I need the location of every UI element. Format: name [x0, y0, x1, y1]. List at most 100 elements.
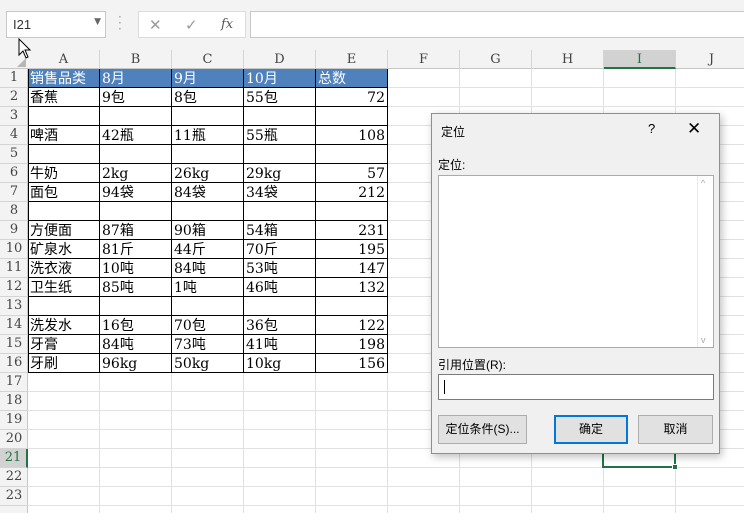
column-header-a[interactable]: A	[28, 50, 100, 69]
column-header-e[interactable]: E	[316, 50, 388, 69]
cell-a1[interactable]: 销售品类	[28, 69, 99, 87]
cell-b10[interactable]: 81斤	[100, 240, 171, 258]
row-header-1[interactable]: 1	[0, 69, 28, 88]
row-header-4[interactable]: 4	[0, 126, 28, 145]
list-scrollbar[interactable]: ^ v	[697, 176, 713, 347]
ok-button[interactable]: 确定	[554, 415, 628, 444]
cell-c16[interactable]: 50kg	[172, 354, 243, 372]
column-header-h[interactable]: H	[532, 50, 604, 69]
cell-c6[interactable]: 26kg	[172, 164, 243, 182]
cell-b14[interactable]: 16包	[100, 316, 171, 334]
scroll-down-icon[interactable]: v	[701, 335, 706, 345]
help-icon[interactable]: ?	[648, 121, 655, 136]
column-header-i[interactable]: I	[604, 50, 676, 69]
row-header-17[interactable]: 17	[0, 373, 28, 392]
row-header-10[interactable]: 10	[0, 240, 28, 259]
column-header-b[interactable]: B	[100, 50, 172, 69]
cell-b9[interactable]: 87箱	[100, 221, 171, 239]
cell-e4[interactable]: 108	[316, 126, 387, 144]
close-icon[interactable]: ✕	[687, 119, 701, 139]
cell-a9[interactable]: 方便面	[28, 221, 99, 239]
cell-e14[interactable]: 122	[316, 316, 387, 334]
row-header-23[interactable]: 23	[0, 487, 28, 506]
cell-e1[interactable]: 总数	[316, 69, 387, 87]
cell-e6[interactable]: 57	[316, 164, 387, 182]
column-header-d[interactable]: D	[244, 50, 316, 69]
chevron-down-icon[interactable]: ▼	[94, 17, 101, 27]
special-button[interactable]: 定位条件(S)...	[438, 415, 527, 444]
cell-d7[interactable]: 34袋	[244, 183, 315, 201]
cell-e15[interactable]: 198	[316, 335, 387, 353]
row-header-18[interactable]: 18	[0, 392, 28, 411]
row-header-6[interactable]: 6	[0, 164, 28, 183]
cell-c10[interactable]: 44斤	[172, 240, 243, 258]
row-header-21[interactable]: 21	[0, 449, 28, 468]
row-header-20[interactable]: 20	[0, 430, 28, 449]
cell-e11[interactable]: 147	[316, 259, 387, 277]
cell-d1[interactable]: 10月	[244, 69, 315, 87]
cell-d4[interactable]: 55瓶	[244, 126, 315, 144]
cell-b1[interactable]: 8月	[100, 69, 171, 87]
row-header-3[interactable]: 3	[0, 107, 28, 126]
row-header-19[interactable]: 19	[0, 411, 28, 430]
column-header-g[interactable]: G	[460, 50, 532, 69]
cell-a15[interactable]: 牙膏	[28, 335, 99, 353]
cell-c7[interactable]: 84袋	[172, 183, 243, 201]
cell-c14[interactable]: 70包	[172, 316, 243, 334]
cell-a12[interactable]: 卫生纸	[28, 278, 99, 296]
cell-e2[interactable]: 72	[316, 88, 387, 106]
row-header-14[interactable]: 14	[0, 316, 28, 335]
cell-d15[interactable]: 41吨	[244, 335, 315, 353]
cell-a7[interactable]: 面包	[28, 183, 99, 201]
reference-input[interactable]	[438, 374, 714, 400]
row-header-16[interactable]: 16	[0, 354, 28, 373]
column-header-f[interactable]: F	[388, 50, 460, 69]
cell-b16[interactable]: 96kg	[100, 354, 171, 372]
row-header-7[interactable]: 7	[0, 183, 28, 202]
cell-a14[interactable]: 洗发水	[28, 316, 99, 334]
cell-b7[interactable]: 94袋	[100, 183, 171, 201]
cell-d11[interactable]: 53吨	[244, 259, 315, 277]
cell-e10[interactable]: 195	[316, 240, 387, 258]
row-header-9[interactable]: 9	[0, 221, 28, 240]
cell-b15[interactable]: 84吨	[100, 335, 171, 353]
cell-d16[interactable]: 10kg	[244, 354, 315, 372]
cancel-button[interactable]: 取消	[638, 415, 713, 444]
row-header-22[interactable]: 22	[0, 468, 28, 487]
cell-d14[interactable]: 36包	[244, 316, 315, 334]
cell-b4[interactable]: 42瓶	[100, 126, 171, 144]
cell-b2[interactable]: 9包	[100, 88, 171, 106]
cell-a6[interactable]: 牛奶	[28, 164, 99, 182]
drag-handle-icon[interactable]: · · ·	[118, 11, 124, 35]
cell-a4[interactable]: 啤酒	[28, 126, 99, 144]
cell-d6[interactable]: 29kg	[244, 164, 315, 182]
row-header-11[interactable]: 11	[0, 259, 28, 278]
cell-c1[interactable]: 9月	[172, 69, 243, 87]
row-header-12[interactable]: 12	[0, 278, 28, 297]
name-box[interactable]: I21 ▼	[6, 11, 106, 38]
formula-input[interactable]	[250, 11, 744, 38]
column-header-c[interactable]: C	[172, 50, 244, 69]
cell-c12[interactable]: 1吨	[172, 278, 243, 296]
cell-d2[interactable]: 55包	[244, 88, 315, 106]
goto-list[interactable]: ^ v	[438, 175, 714, 348]
cell-b12[interactable]: 85吨	[100, 278, 171, 296]
cell-a11[interactable]: 洗衣液	[28, 259, 99, 277]
row-header-15[interactable]: 15	[0, 335, 28, 354]
insert-function-icon[interactable]: fx	[221, 17, 233, 32]
row-header-2[interactable]: 2	[0, 88, 28, 107]
cell-c9[interactable]: 90箱	[172, 221, 243, 239]
cell-d9[interactable]: 54箱	[244, 221, 315, 239]
cell-c4[interactable]: 11瓶	[172, 126, 243, 144]
cell-e7[interactable]: 212	[316, 183, 387, 201]
cell-c15[interactable]: 73吨	[172, 335, 243, 353]
cell-a10[interactable]: 矿泉水	[28, 240, 99, 258]
cell-d12[interactable]: 46吨	[244, 278, 315, 296]
cell-b11[interactable]: 10吨	[100, 259, 171, 277]
row-header-13[interactable]: 13	[0, 297, 28, 316]
cancel-icon[interactable]: ✕	[149, 16, 162, 34]
cell-e16[interactable]: 156	[316, 354, 387, 372]
cell-e12[interactable]: 132	[316, 278, 387, 296]
fill-handle[interactable]	[672, 464, 678, 470]
enter-icon[interactable]: ✓	[185, 16, 198, 34]
